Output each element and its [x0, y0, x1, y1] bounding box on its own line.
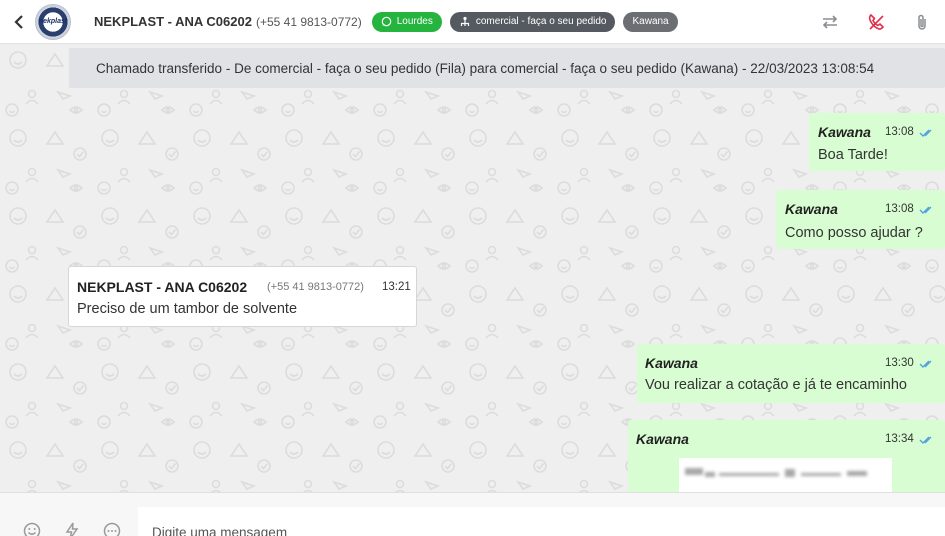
chevron-left-icon [14, 14, 23, 29]
channel-badge-label: Lourdes [396, 16, 433, 27]
chat-area[interactable]: Chamado transferido - De comercial - faç… [0, 44, 945, 492]
message-incoming[interactable]: NEKPLAST - ANA C06202 (+55 41 9813-0772)… [68, 266, 417, 327]
read-ticks-icon [919, 206, 932, 214]
message-text: Preciso de um tambor de solvente [77, 301, 298, 317]
attach-button[interactable] [899, 0, 945, 44]
agent-badge-label: Kawana [632, 16, 669, 27]
avatar[interactable]: nekplast [35, 3, 71, 40]
message-sender: Kawana [785, 201, 838, 217]
back-button[interactable] [6, 0, 32, 44]
message-text: Como posso ajudar ? [785, 225, 923, 241]
whatsapp-icon [381, 16, 392, 27]
quick-reply-bolt-icon[interactable] [62, 521, 82, 536]
message-time: 13:34 [885, 433, 914, 445]
transfer-arrows-icon [822, 15, 838, 29]
read-ticks-icon [919, 360, 932, 368]
contact-name: NEKPLAST - ANA C06202 [94, 14, 252, 29]
more-options-icon[interactable] [102, 521, 122, 536]
message-outgoing[interactable]: Kawana 13:08 Boa Tarde! [809, 113, 945, 171]
message-sender: Kawana [818, 124, 871, 140]
transfer-notice: Chamado transferido - De comercial - faç… [69, 48, 945, 88]
message-text: Boa Tarde! [818, 147, 888, 163]
message-sender: Kawana [645, 355, 698, 371]
chat-header: nekplast NEKPLAST - ANA C06202 (+55 41 9… [0, 0, 945, 44]
message-text: Vou realizar a cotação e já te encaminho [645, 377, 907, 393]
paperclip-icon [918, 14, 926, 30]
phone-hangup-icon [868, 13, 885, 30]
message-time: 13:30 [885, 357, 914, 369]
message-time: 13:08 [885, 126, 914, 138]
message-time: 13:21 [382, 281, 411, 293]
message-input[interactable] [138, 507, 945, 536]
header-actions [807, 0, 945, 44]
message-outgoing[interactable]: Kawana 13:34 [628, 420, 945, 492]
image-attachment[interactable] [679, 458, 892, 492]
contact-phone: (+55 41 9813-0772) [255, 14, 362, 29]
composer-bar [0, 492, 945, 536]
channel-badge[interactable]: Lourdes [371, 11, 442, 32]
agent-badge[interactable]: Kawana [623, 11, 678, 32]
message-time: 13:08 [885, 203, 914, 215]
read-ticks-icon [919, 436, 932, 444]
message-outgoing[interactable]: Kawana 13:08 Como posso ajudar ? [776, 190, 945, 249]
transfer-button[interactable] [807, 0, 853, 44]
queue-tree-icon [460, 16, 469, 26]
message-sender: Kawana [636, 431, 689, 447]
transfer-notice-text: Chamado transferido - De comercial - faç… [96, 60, 875, 76]
message-sender-phone: (+55 41 9813-0772) [267, 281, 364, 293]
message-sender: NEKPLAST - ANA C06202 [77, 279, 248, 295]
avatar-logo-text: nekplast [38, 18, 68, 25]
emoji-icon[interactable] [22, 521, 42, 536]
queue-badge[interactable]: comercial - faça o seu pedido [449, 11, 616, 32]
message-outgoing[interactable]: Kawana 13:30 Vou realizar a cotação e já… [637, 344, 945, 403]
read-ticks-icon [919, 129, 932, 137]
end-call-button[interactable] [853, 0, 899, 44]
queue-badge-label: comercial - faça o seu pedido [475, 16, 607, 27]
